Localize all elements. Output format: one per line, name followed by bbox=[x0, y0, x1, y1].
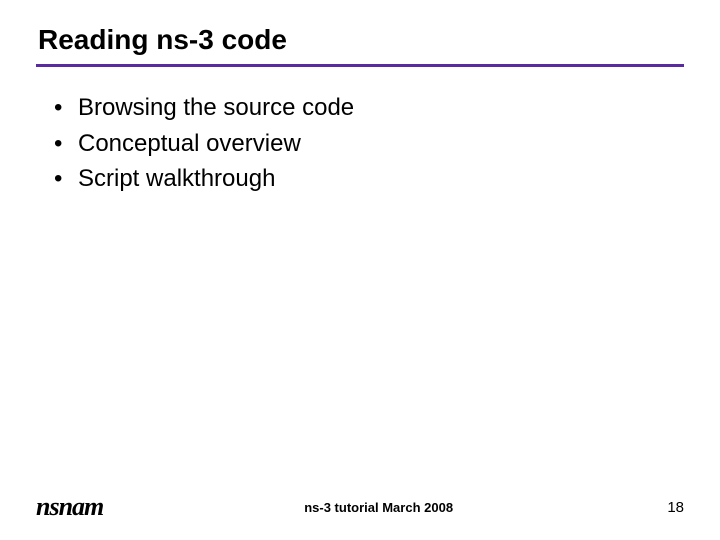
logo: nsnam bbox=[36, 492, 103, 522]
list-item: Browsing the source code bbox=[54, 91, 684, 125]
list-item: Script walkthrough bbox=[54, 162, 684, 196]
slide-footer: nsnam ns-3 tutorial March 2008 18 bbox=[0, 492, 720, 522]
title-divider bbox=[36, 64, 684, 67]
list-item: Conceptual overview bbox=[54, 127, 684, 161]
footer-text: ns-3 tutorial March 2008 bbox=[103, 500, 654, 515]
page-number: 18 bbox=[654, 499, 684, 516]
slide-title: Reading ns-3 code bbox=[36, 24, 684, 56]
bullet-list: Browsing the source code Conceptual over… bbox=[36, 91, 684, 198]
slide-container: Reading ns-3 code Browsing the source co… bbox=[0, 0, 720, 540]
